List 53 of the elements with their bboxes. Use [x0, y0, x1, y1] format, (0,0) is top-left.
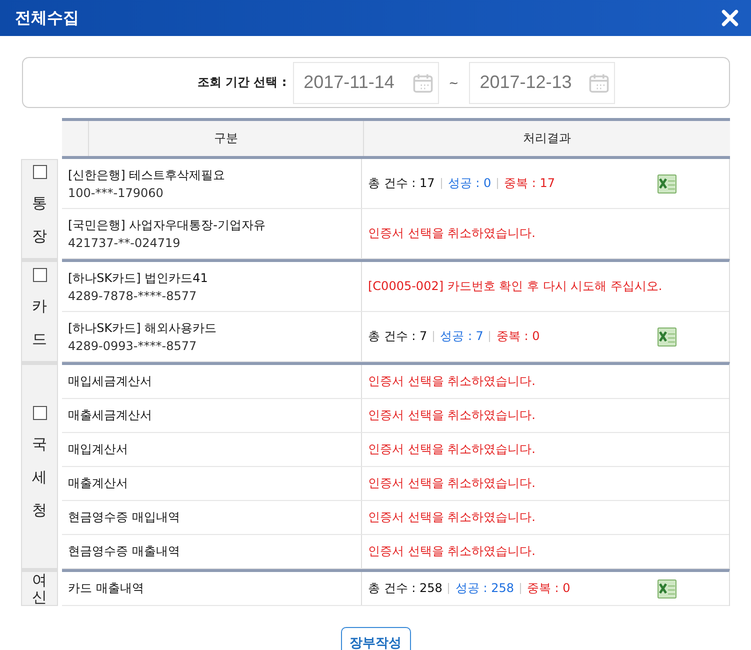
error-message: [C0005-002] 카드번호 확인 후 다시 시도해 주십시오.: [368, 278, 662, 295]
account-number: 100-***-179060: [68, 186, 164, 200]
checkbox[interactable]: [32, 165, 46, 179]
account-number: 4289-7878-****-8577: [68, 289, 197, 303]
window-title: 전체수집: [15, 8, 79, 28]
success-count: 성공 : 0: [448, 175, 492, 192]
success-count: 성공 : 7: [440, 328, 484, 345]
total-count: 총 건수 : 258: [368, 580, 442, 597]
account-number: 4289-0993-****-8577: [68, 339, 197, 353]
checkbox[interactable]: [32, 268, 46, 282]
account-name: 매출계산서: [68, 475, 128, 492]
account-number: 421737-**-024719: [68, 236, 180, 250]
column-header: 처리결과: [522, 130, 572, 147]
success-count: 성공 : 258: [455, 580, 514, 597]
account-name: 카드 매출내역: [68, 580, 144, 597]
duplicate-count: 중복 : 0: [526, 580, 570, 597]
range-separator: ~: [448, 76, 459, 90]
ledger-button[interactable]: 장부작성: [340, 627, 410, 650]
duplicate-count: 중복 : 17: [504, 175, 556, 192]
error-message: 인증서 선택을 취소하였습니다.: [368, 543, 536, 560]
spreadsheet-icon[interactable]: [657, 174, 677, 194]
account-name: 매출세금계산서: [68, 407, 152, 424]
date-picker[interactable]: 2017-11-14: [292, 62, 439, 104]
account-name: [국민은행] 사업자우대통장-기업자유: [68, 217, 266, 234]
error-message: 인증서 선택을 취소하였습니다.: [368, 441, 536, 458]
column-header: 구분: [89, 121, 364, 156]
checkbox[interactable]: [32, 406, 46, 420]
error-message: 인증서 선택을 취소하였습니다.: [368, 407, 536, 424]
group-label: 여신: [32, 572, 47, 605]
error-message: 인증서 선택을 취소하였습니다.: [368, 373, 536, 390]
error-message: 인증서 선택을 취소하였습니다.: [368, 225, 536, 242]
account-name: 매입계산서: [68, 441, 128, 458]
account-name: [하나SK카드] 해외사용카드: [68, 320, 217, 337]
date-input[interactable]: 2017-12-13: [474, 72, 588, 93]
date-input[interactable]: 2017-11-14: [298, 72, 412, 93]
spreadsheet-icon[interactable]: [657, 326, 677, 346]
group-label: 국세청: [32, 434, 47, 521]
error-message: 인증서 선택을 취소하였습니다.: [368, 509, 536, 526]
group-label: 통장: [32, 193, 47, 247]
duplicate-count: 중복 : 0: [496, 328, 540, 345]
account-name: [신한은행] 테스트후삭제필요: [68, 167, 226, 184]
account-name: 매입세금계산서: [68, 373, 152, 390]
spreadsheet-icon[interactable]: [657, 578, 677, 598]
close-icon[interactable]: [721, 9, 739, 27]
period-label: 조회 기간 선택 :: [197, 74, 287, 91]
total-count: 총 건수 : 17: [368, 175, 435, 192]
date-picker[interactable]: 2017-12-13: [468, 62, 615, 104]
group-label: 카드: [32, 296, 47, 350]
account-name: [하나SK카드] 법인카드41: [68, 270, 208, 287]
total-count: 총 건수 : 7: [368, 328, 428, 345]
account-name: 현금영수증 매출내역: [68, 543, 180, 560]
error-message: 인증서 선택을 취소하였습니다.: [368, 475, 536, 492]
account-name: 현금영수증 매입내역: [68, 509, 180, 526]
